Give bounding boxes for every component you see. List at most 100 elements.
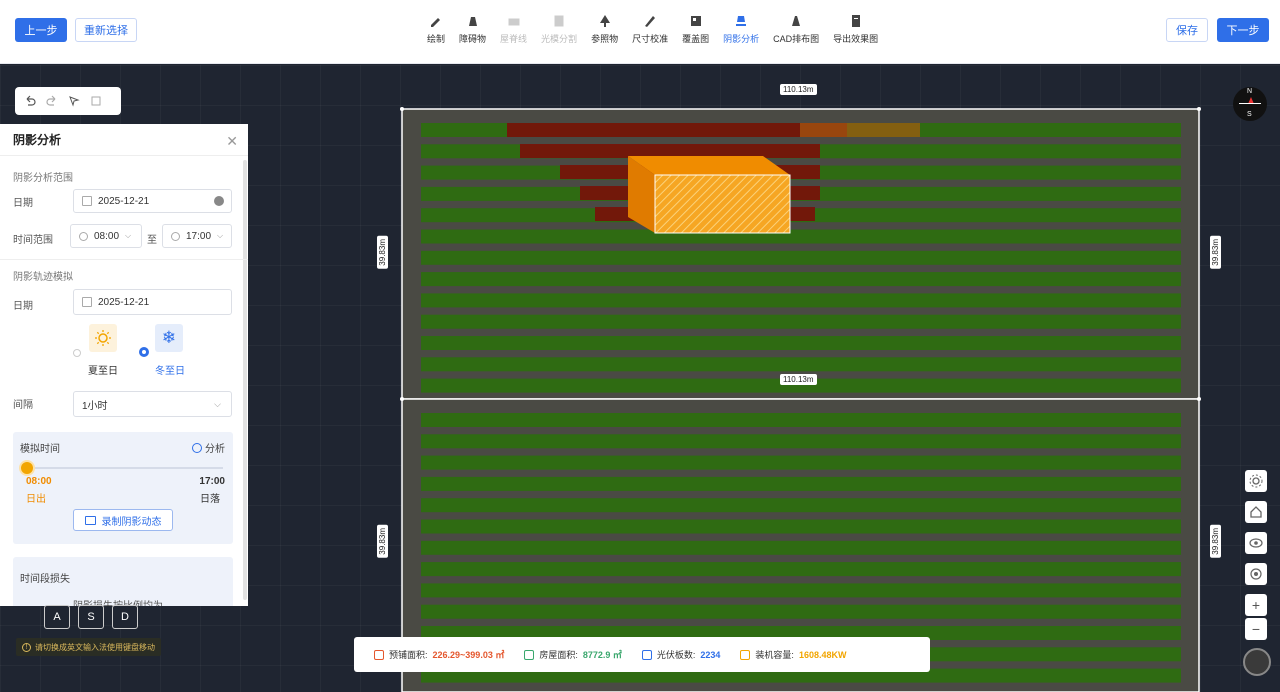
tool-tree[interactable]: 参照物 bbox=[584, 14, 625, 50]
building-top bbox=[628, 156, 790, 175]
date-field[interactable]: 2025-12-21 bbox=[73, 189, 232, 213]
panel-row bbox=[421, 336, 1181, 350]
building-front bbox=[654, 174, 791, 234]
top-toolbar: 上一步 重新选择 绘制 障碍物 屋脊线 光模分割 参照物 尺寸校准 覆盖图 阴影分析 CAD排布… bbox=[0, 0, 1280, 64]
tool-overlay[interactable]: 覆盖图 bbox=[675, 14, 716, 50]
prev-step-button[interactable]: 上一步 bbox=[15, 18, 67, 42]
close-icon[interactable]: ✕ bbox=[226, 133, 238, 150]
roof-area-value: 8772.9 ㎡ bbox=[582, 650, 622, 660]
capacity-label: 装机容量: bbox=[755, 650, 794, 660]
shadow-analysis-panel: 阴影分析 ✕ 阴影分析范围 日期 2025-12-21 时间范围 08:00 ⌵… bbox=[0, 124, 248, 606]
zoom-in-icon[interactable]: + bbox=[1245, 594, 1267, 616]
time-slider-track[interactable] bbox=[27, 467, 223, 469]
summer-label: 夏至日 bbox=[88, 366, 118, 377]
panel-row bbox=[421, 562, 1181, 577]
interval-label: 间隔 bbox=[13, 400, 33, 411]
select-icon[interactable] bbox=[67, 94, 81, 108]
tool-shadow[interactable]: 阴影分析 bbox=[716, 14, 766, 50]
clear-icon[interactable] bbox=[89, 94, 103, 108]
compass-axis bbox=[1239, 103, 1261, 104]
clear-date-icon[interactable] bbox=[214, 196, 224, 206]
tool-ridge[interactable]: 屋脊线 bbox=[493, 14, 534, 50]
shadow-icon bbox=[734, 14, 748, 28]
corner-marker bbox=[1197, 397, 1201, 401]
winter-label: 冬至日 bbox=[155, 366, 185, 377]
snowflake-icon[interactable]: ❄ bbox=[155, 324, 183, 352]
tool-split[interactable]: 光模分割 bbox=[534, 14, 584, 50]
tool-label: 尺寸校准 bbox=[632, 34, 669, 44]
lay-area-value: 226.29~399.03 ㎡ bbox=[432, 650, 505, 660]
sim-start-label: 日出 bbox=[26, 494, 46, 505]
basemap-toggle[interactable] bbox=[1243, 648, 1271, 676]
key-d: D bbox=[112, 605, 138, 629]
edit-history-toolbar bbox=[15, 87, 121, 115]
dimension-top-width: 110.13m bbox=[780, 84, 817, 95]
analyze-button[interactable]: 分析 bbox=[192, 440, 225, 455]
home-icon[interactable] bbox=[1245, 501, 1267, 523]
record-shadow-button[interactable]: 录制阴影动态 bbox=[73, 509, 173, 531]
summer-solstice-option[interactable] bbox=[89, 324, 117, 352]
roof-icon bbox=[524, 649, 535, 660]
save-button[interactable]: 保存 bbox=[1166, 18, 1208, 42]
stats-bar: 预铺面积: 226.29~399.03 ㎡ 房屋面积: 8772.9 ㎡ 光伏板… bbox=[354, 637, 930, 672]
undo-icon[interactable] bbox=[23, 94, 37, 108]
zoom-out-icon[interactable]: − bbox=[1245, 618, 1267, 640]
calendar-icon bbox=[82, 297, 92, 307]
clock-icon bbox=[79, 231, 88, 241]
chevron-down-icon: ⌵ bbox=[214, 398, 221, 409]
compass-south: S bbox=[1247, 111, 1252, 118]
obstacle-icon bbox=[466, 14, 480, 28]
time-end-select[interactable]: 17:00 ⌵ bbox=[162, 224, 232, 248]
track-date-field[interactable]: 2025-12-21 bbox=[73, 289, 232, 315]
locate-icon[interactable] bbox=[1245, 563, 1267, 585]
export-icon bbox=[849, 14, 863, 28]
date-value: 2025-12-21 bbox=[98, 195, 150, 207]
loss-section-title: 时间段损失 bbox=[20, 574, 70, 585]
settings-icon[interactable] bbox=[1245, 470, 1267, 492]
date-label: 日期 bbox=[13, 198, 33, 209]
video-icon bbox=[84, 515, 96, 525]
tool-ruler[interactable]: 尺寸校准 bbox=[625, 14, 675, 50]
panel-row bbox=[421, 413, 1181, 427]
time-separator: 至 bbox=[147, 235, 157, 246]
tool-label: 屋脊线 bbox=[500, 34, 528, 44]
corner-marker bbox=[400, 107, 404, 111]
next-step-button[interactable]: 下一步 bbox=[1217, 18, 1269, 42]
tool-group: 绘制 障碍物 屋脊线 光模分割 参照物 尺寸校准 覆盖图 阴影分析 CAD排布图 导出效果图 bbox=[420, 14, 885, 50]
reselect-button[interactable]: 重新选择 bbox=[75, 18, 137, 42]
simulation-box: 模拟时间 分析 08:00 日出 17:00 日落 录制阴影动态 bbox=[13, 432, 233, 544]
panel-row bbox=[421, 476, 1181, 491]
tool-label: 阴影分析 bbox=[723, 34, 760, 44]
eye-icon[interactable] bbox=[1245, 532, 1267, 554]
compass-north: N bbox=[1247, 88, 1253, 95]
panel-row bbox=[421, 272, 1181, 287]
tool-obstacle[interactable]: 障碍物 bbox=[452, 14, 493, 50]
summer-radio[interactable] bbox=[73, 349, 81, 357]
area-icon bbox=[374, 649, 384, 660]
range-section-title: 阴影分析范围 bbox=[13, 173, 73, 184]
redo-icon[interactable] bbox=[45, 94, 59, 108]
compass-icon[interactable]: N S bbox=[1233, 87, 1267, 121]
sun-slider-handle[interactable] bbox=[21, 462, 33, 474]
time-start-value: 08:00 bbox=[94, 230, 120, 242]
time-start-select[interactable]: 08:00 ⌵ bbox=[70, 224, 142, 248]
interval-select[interactable]: 1小时 ⌵ bbox=[73, 391, 232, 417]
sim-start-time: 08:00 bbox=[26, 476, 52, 487]
panel-row bbox=[421, 604, 1181, 619]
capacity-value: 1608.48KW bbox=[798, 649, 847, 660]
tool-label: 障碍物 bbox=[459, 34, 487, 44]
key-s: S bbox=[78, 605, 104, 629]
shadow-row bbox=[507, 123, 847, 137]
split-icon bbox=[552, 14, 566, 28]
dimension-left-height-1: 39.83m bbox=[377, 236, 388, 269]
tool-pencil[interactable]: 绘制 bbox=[420, 14, 452, 50]
tool-export[interactable]: 导出效果图 bbox=[826, 14, 885, 50]
tool-cad[interactable]: CAD排布图 bbox=[766, 14, 826, 50]
panel-scrollbar[interactable] bbox=[243, 160, 247, 600]
key-a: A bbox=[44, 605, 70, 629]
winter-radio[interactable] bbox=[139, 347, 149, 357]
panel-count-value: 2234 bbox=[700, 649, 721, 660]
keyboard-hint: ! 请切换成英文输入法使用键盘移动 bbox=[16, 638, 161, 656]
panel-row bbox=[421, 293, 1181, 308]
track-date-value: 2025-12-21 bbox=[98, 296, 150, 308]
